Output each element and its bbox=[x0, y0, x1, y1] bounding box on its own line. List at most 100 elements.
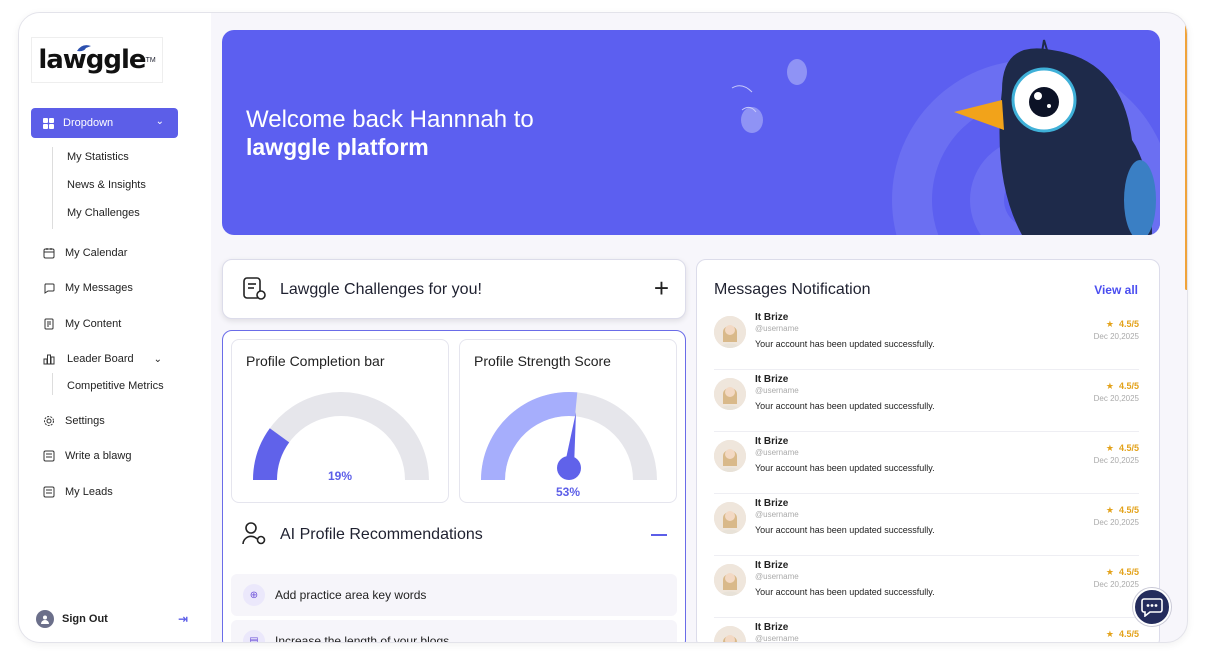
message-date: Dec 20,2025 bbox=[1093, 580, 1139, 589]
leads-icon bbox=[43, 486, 55, 498]
sidebar-item-label: Settings bbox=[65, 415, 105, 427]
avatar bbox=[714, 316, 746, 348]
recommendation-item[interactable]: ⊕ Add practice area key words bbox=[231, 574, 677, 616]
chevron-down-icon: ⌄ bbox=[153, 353, 163, 365]
message-row[interactable]: It Brize @username Your account has been… bbox=[714, 374, 1139, 432]
avatar bbox=[714, 378, 746, 410]
message-row[interactable]: It Brize @username Your account has been… bbox=[714, 436, 1139, 494]
sidebar: lawggle TM Dropdown ⌄ My Statistics News … bbox=[19, 13, 211, 642]
star-icon: ★ bbox=[1105, 567, 1114, 577]
add-challenge-button[interactable]: + bbox=[654, 273, 669, 304]
profile-strength-card: Profile Strength Score 53% bbox=[459, 339, 677, 503]
message-row[interactable]: It Brize @username Your account has been… bbox=[714, 560, 1139, 618]
user-avatar-icon bbox=[36, 610, 54, 628]
rating-value: 4.5/5 bbox=[1118, 319, 1139, 329]
message-text: Your account has been updated successful… bbox=[755, 463, 935, 473]
message-rating: ★ 4.5/5 bbox=[1106, 443, 1139, 454]
sidebar-item-my-messages[interactable]: My Messages bbox=[43, 282, 133, 294]
recommendation-label: Increase the length of your blogs bbox=[275, 634, 450, 643]
messages-title: Messages Notification bbox=[714, 281, 871, 298]
message-username: @username bbox=[755, 572, 799, 581]
chat-icon bbox=[43, 282, 55, 294]
message-text: Your account has been updated successful… bbox=[755, 525, 935, 535]
sidebar-item-label: Write a blawg bbox=[65, 450, 132, 462]
message-username: @username bbox=[755, 510, 799, 519]
message-name: It Brize bbox=[755, 498, 789, 509]
avatar bbox=[714, 502, 746, 534]
app-frame: lawggle TM Dropdown ⌄ My Statistics News … bbox=[18, 12, 1188, 643]
rating-value: 4.5/5 bbox=[1118, 505, 1139, 515]
message-rating: ★ 4.5/5 bbox=[1106, 505, 1139, 516]
rating-value: 4.5/5 bbox=[1118, 381, 1139, 391]
message-username: @username bbox=[755, 324, 799, 333]
challenges-card[interactable]: Lawggle Challenges for you! + bbox=[222, 259, 686, 319]
star-icon: ★ bbox=[1105, 443, 1114, 453]
mascot-bird-illustration bbox=[731, 39, 1160, 235]
brand-logo[interactable]: lawggle TM bbox=[31, 37, 163, 83]
message-row[interactable]: It Brize @username ★ 4.5/5 bbox=[714, 622, 1139, 643]
message-name: It Brize bbox=[755, 374, 789, 385]
profile-strength-value: 53% bbox=[556, 485, 581, 499]
blog-icon: ▤ bbox=[243, 630, 265, 642]
star-icon: ★ bbox=[1105, 629, 1114, 639]
logout-icon[interactable]: ⇥ bbox=[178, 612, 188, 626]
sidebar-item-my-leads[interactable]: My Leads bbox=[43, 486, 113, 498]
rating-value: 4.5/5 bbox=[1118, 567, 1139, 577]
sidebar-item-label: My Content bbox=[65, 318, 122, 330]
view-all-link[interactable]: View all bbox=[1094, 283, 1138, 297]
grid-icon bbox=[43, 117, 54, 129]
sidebar-item-label: My Calendar bbox=[65, 247, 128, 259]
recommendation-item[interactable]: ▤ Increase the length of your blogs bbox=[231, 620, 677, 643]
collapse-button[interactable] bbox=[651, 534, 667, 536]
message-username: @username bbox=[755, 448, 799, 457]
message-rating: ★ 4.5/5 bbox=[1106, 319, 1139, 330]
sidebar-subitem-my-statistics[interactable]: My Statistics bbox=[67, 151, 129, 163]
dropdown-subgroup-line bbox=[52, 147, 53, 229]
document-settings-icon bbox=[242, 276, 268, 307]
message-date: Dec 20,2025 bbox=[1093, 518, 1139, 527]
leader-subgroup-line bbox=[52, 373, 53, 395]
sidebar-item-label: My Messages bbox=[65, 282, 133, 294]
message-row[interactable]: It Brize @username Your account has been… bbox=[714, 498, 1139, 556]
sidebar-item-my-calendar[interactable]: My Calendar bbox=[43, 247, 127, 259]
ai-recommendations-title: AI Profile Recommendations bbox=[280, 526, 483, 543]
sidebar-subitem-my-challenges[interactable]: My Challenges bbox=[67, 207, 140, 219]
message-name: It Brize bbox=[755, 436, 789, 447]
message-text: Your account has been updated successful… bbox=[755, 339, 935, 349]
sign-out-label: Sign Out bbox=[62, 613, 108, 625]
message-username: @username bbox=[755, 386, 799, 395]
message-name: It Brize bbox=[755, 622, 789, 633]
scrollbar[interactable] bbox=[1185, 25, 1187, 290]
podium-icon bbox=[43, 353, 55, 365]
sidebar-item-settings[interactable]: Settings bbox=[43, 415, 105, 427]
chat-bubble-icon bbox=[1141, 598, 1163, 617]
profile-strength-gauge bbox=[481, 392, 657, 480]
sidebar-item-leader-board[interactable]: Leader Board ⌄ bbox=[43, 353, 162, 365]
star-icon: ★ bbox=[1105, 319, 1114, 329]
sidebar-item-label: Leader Board bbox=[67, 353, 134, 365]
message-rating: ★ 4.5/5 bbox=[1106, 629, 1139, 640]
sidebar-item-write-a-blawg[interactable]: Write a blawg bbox=[43, 450, 131, 462]
gear-icon bbox=[43, 415, 55, 427]
message-username: @username bbox=[755, 634, 799, 643]
dropdown-button[interactable]: Dropdown ⌄ bbox=[31, 108, 178, 138]
sidebar-item-my-content[interactable]: My Content bbox=[43, 318, 121, 330]
sign-out-button[interactable]: Sign Out ⇥ bbox=[36, 610, 188, 628]
calendar-icon bbox=[43, 247, 55, 259]
challenges-title: Lawggle Challenges for you! bbox=[280, 281, 482, 298]
message-name: It Brize bbox=[755, 560, 789, 571]
logo-trademark: TM bbox=[145, 56, 156, 64]
document-edit-icon bbox=[43, 318, 55, 330]
sidebar-subitem-competitive-metrics[interactable]: Competitive Metrics bbox=[67, 380, 164, 392]
profile-completion-value: 19% bbox=[328, 469, 353, 483]
message-row[interactable]: It Brize @username Your account has been… bbox=[714, 312, 1139, 370]
messages-card: Messages Notification View all It Brize … bbox=[696, 259, 1160, 643]
profile-completion-card: Profile Completion bar 19% bbox=[231, 339, 449, 503]
profile-panel: Profile Completion bar 19% Profile Stren… bbox=[222, 330, 686, 643]
chat-support-button[interactable] bbox=[1133, 588, 1171, 626]
message-text: Your account has been updated successful… bbox=[755, 401, 935, 411]
dropdown-label: Dropdown bbox=[63, 117, 114, 129]
rating-value: 4.5/5 bbox=[1118, 443, 1139, 453]
sidebar-subitem-news-insights[interactable]: News & Insights bbox=[67, 179, 146, 191]
write-icon bbox=[43, 450, 55, 462]
